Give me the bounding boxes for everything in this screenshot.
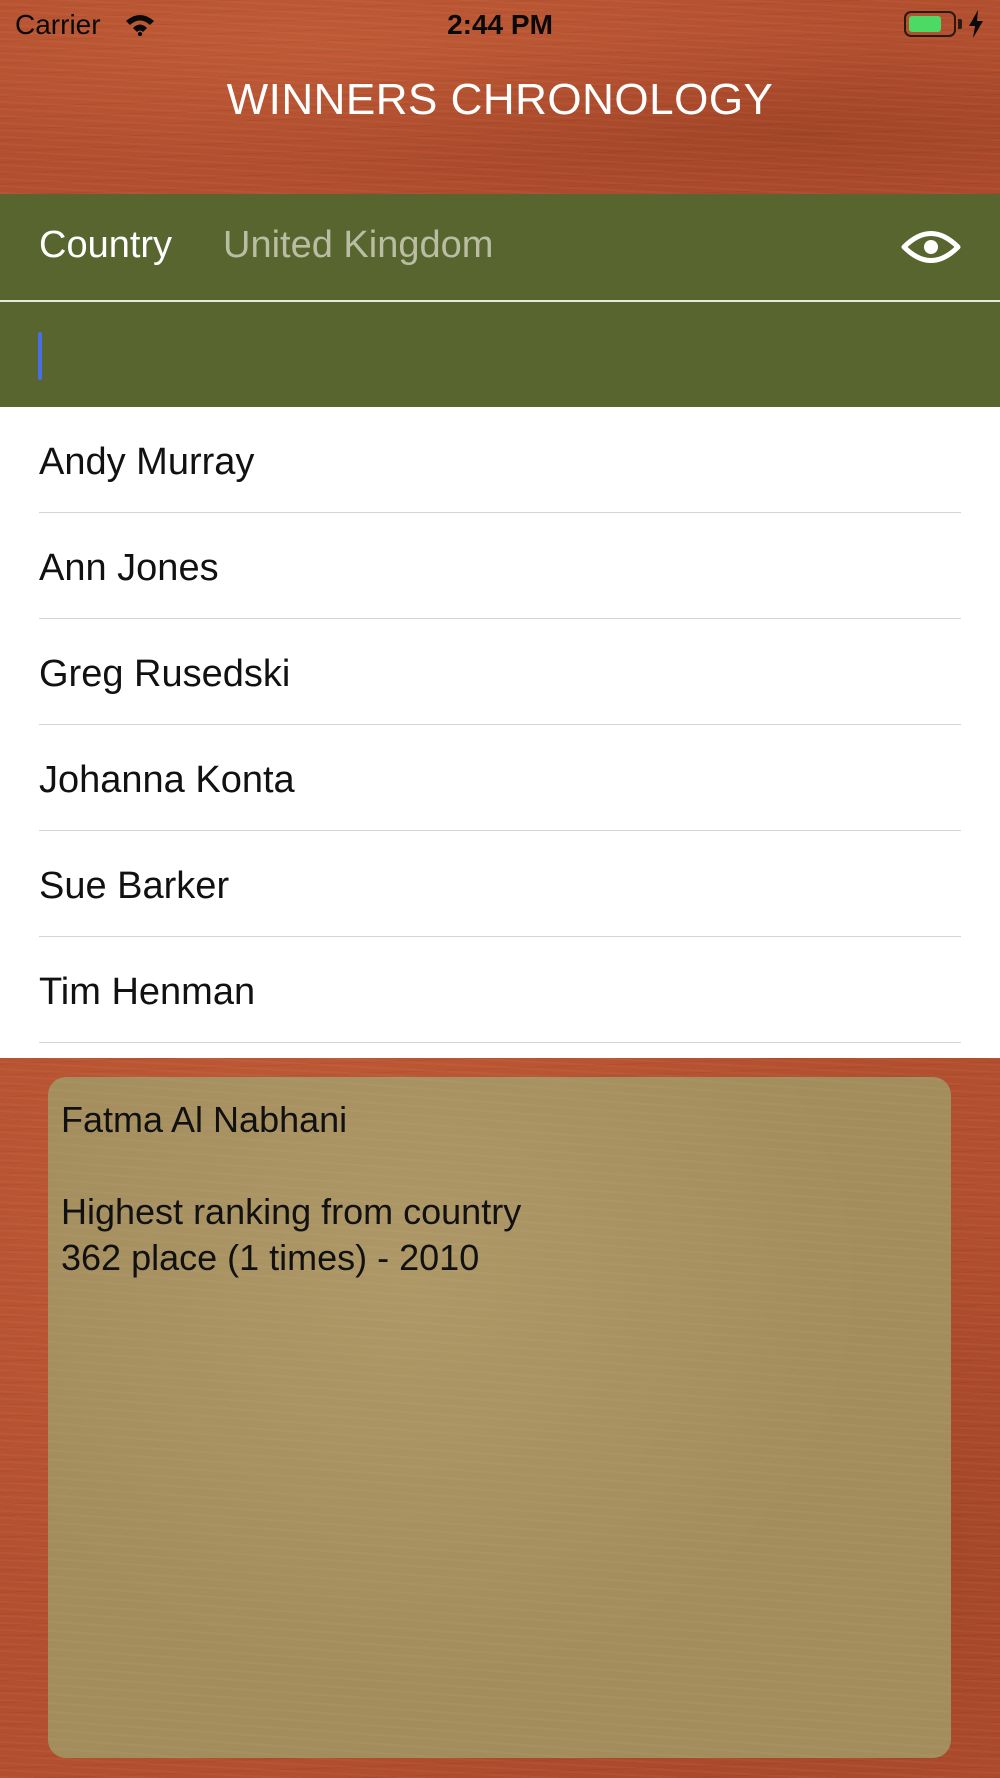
list-item[interactable]: Andy Murray [0, 407, 1000, 513]
bolt-icon [968, 10, 984, 43]
info-heading: Highest ranking from country [61, 1191, 522, 1232]
player-name: Greg Rusedski [39, 653, 291, 695]
list-item[interactable]: Ann Jones [0, 513, 1000, 619]
list-item[interactable]: Greg Rusedski [0, 619, 1000, 725]
player-name: Sue Barker [39, 865, 230, 907]
info-panel-background: Fatma Al Nabhani Highest ranking from co… [0, 1058, 1000, 1778]
divider [39, 1042, 961, 1043]
battery-icon [904, 11, 956, 37]
info-card: Fatma Al Nabhani Highest ranking from co… [48, 1077, 951, 1758]
battery-level-fill [909, 16, 941, 32]
text-cursor [38, 332, 42, 380]
battery-cap [958, 19, 962, 29]
page-title: WINNERS CHRONOLOGY [226, 75, 774, 124]
player-name: Johanna Konta [39, 759, 295, 801]
search-input[interactable] [0, 302, 1000, 407]
list-item[interactable]: Johanna Konta [0, 725, 1000, 831]
player-name: Andy Murray [39, 441, 255, 483]
country-label: Country [39, 224, 173, 266]
header: Carrier 2:44 PM WINNERS CHRONOLOGY [0, 0, 1000, 194]
info-detail: 362 place (1 times) - 2010 [61, 1237, 480, 1278]
player-name: Tim Henman [39, 971, 256, 1013]
player-name: Ann Jones [39, 547, 219, 589]
eye-icon[interactable] [900, 222, 962, 272]
list-item[interactable]: Tim Henman [0, 937, 1000, 1043]
status-bar: Carrier 2:44 PM [0, 0, 1000, 50]
country-filter[interactable]: Country United Kingdom [0, 194, 1000, 300]
info-player-name: Fatma Al Nabhani [61, 1099, 348, 1140]
player-list: Andy Murray Ann Jones Greg Rusedski Joha… [0, 407, 1000, 1058]
status-time: 2:44 PM [447, 9, 553, 40]
country-value[interactable]: United Kingdom [223, 224, 493, 267]
list-item[interactable]: Sue Barker [0, 831, 1000, 937]
